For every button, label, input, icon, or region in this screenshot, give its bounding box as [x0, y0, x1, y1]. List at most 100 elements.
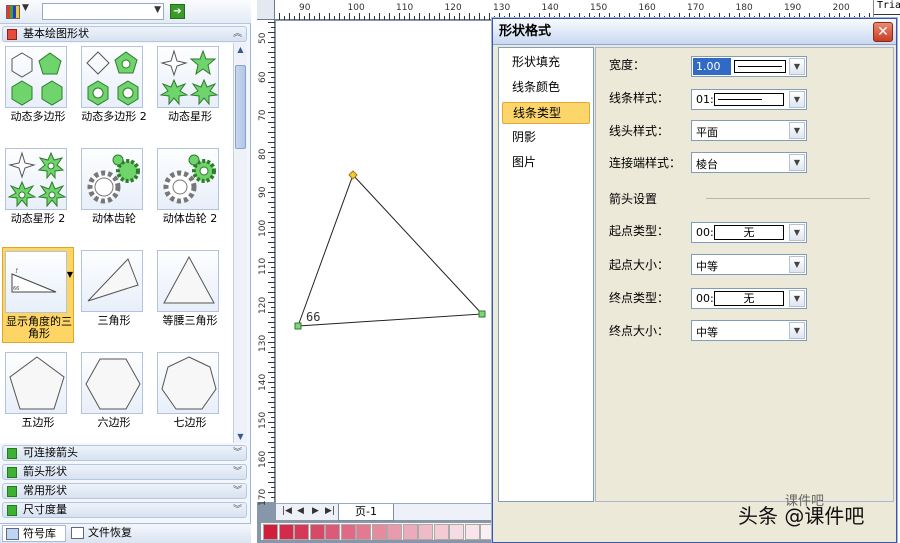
color-swatch[interactable] — [464, 524, 480, 540]
color-swatch[interactable] — [356, 524, 371, 540]
start-type-value: 无 — [714, 225, 784, 240]
shape-isosceles-triangle[interactable]: 等腰三角形 — [152, 247, 228, 345]
shapes-scrollbar[interactable]: ▲ ▼ — [233, 43, 247, 443]
stencil-dropdown-icon[interactable]: ▼ — [22, 3, 29, 13]
line-style-select[interactable]: 01: ▼ — [691, 89, 807, 110]
ruler-label: 100 — [258, 219, 268, 237]
ruler-tick — [364, 16, 365, 20]
shape-gear-2[interactable]: 动体齿轮 2 — [152, 145, 228, 243]
section-arrow-shapes[interactable]: 箭头形状 ︾ — [2, 464, 247, 480]
shape-pentagon[interactable]: 五边形 — [0, 349, 76, 443]
color-swatch[interactable] — [278, 524, 294, 540]
dialog-title-bar[interactable]: 形状格式 ✕ — [493, 19, 896, 45]
color-swatch[interactable] — [340, 524, 356, 540]
shape-triangle[interactable]: 三角形 — [76, 247, 152, 345]
watermark: 头条 @课件吧 — [738, 504, 865, 528]
color-swatch[interactable] — [387, 524, 402, 540]
chevron-down-icon[interactable]: ▼ — [789, 154, 805, 171]
color-swatch[interactable] — [325, 524, 340, 540]
shape-dynamic-polygon-2[interactable]: 动态多边形 2 — [76, 43, 152, 141]
chevron-down-icon[interactable]: ▼ — [67, 270, 73, 279]
ruler-tick — [268, 332, 275, 333]
start-type-select[interactable]: 00: 无 ▼ — [691, 222, 807, 243]
color-swatch[interactable] — [418, 524, 433, 540]
prev-page-icon[interactable]: ◀ — [297, 506, 304, 516]
category-line-type[interactable]: 线条类型 — [502, 102, 590, 124]
scrollbar-thumb[interactable] — [235, 65, 246, 149]
color-swatch[interactable] — [371, 524, 387, 540]
ruler-tick — [271, 347, 275, 348]
category-picture[interactable]: 图片 — [502, 152, 590, 174]
shape-hexagon[interactable]: 六边形 — [76, 349, 152, 443]
chevron-down-icon[interactable]: ︾ — [233, 465, 242, 479]
end-size-select[interactable]: 中等 ▼ — [691, 320, 807, 341]
section-basic-shapes[interactable]: 基本绘图形状 ︽ — [2, 26, 247, 42]
chevron-down-icon[interactable]: ▼ — [789, 91, 805, 108]
first-page-icon[interactable]: |◀ — [282, 506, 292, 516]
selection-handle[interactable] — [294, 322, 302, 330]
cap-style-select[interactable]: 平面 ▼ — [691, 120, 807, 141]
scroll-up-icon[interactable]: ▲ — [234, 43, 247, 56]
triangle-drawing[interactable] — [276, 21, 494, 503]
close-button[interactable]: ✕ — [873, 22, 893, 42]
section-dimensioning[interactable]: 尺寸度量 ︾ — [2, 502, 247, 518]
color-swatch[interactable] — [294, 524, 309, 540]
chevron-down-icon[interactable]: ︾ — [233, 503, 242, 517]
svg-text:66: 66 — [13, 286, 19, 292]
shape-dynamic-polygon[interactable]: 动态多边形 — [0, 43, 76, 141]
color-swatch[interactable] — [402, 524, 418, 540]
triangle-thumbnail — [81, 250, 143, 312]
chevron-down-icon[interactable]: ︾ — [233, 446, 242, 460]
selection-handle[interactable] — [478, 310, 486, 318]
color-swatch[interactable] — [449, 524, 464, 540]
drawing-page[interactable]: 66 — [276, 21, 494, 503]
category-shadow[interactable]: 阴影 — [502, 127, 590, 149]
width-select[interactable]: 1.00 ▼ — [691, 56, 807, 77]
angle-triangle-shape[interactable] — [297, 174, 484, 327]
next-page-icon[interactable]: ▶ — [312, 506, 319, 516]
chevron-up-icon[interactable]: ︽ — [233, 27, 242, 41]
chevron-down-icon[interactable]: ▼ — [789, 256, 805, 273]
stencil-icon[interactable] — [6, 5, 20, 19]
chevron-down-icon[interactable]: ▼ — [789, 122, 805, 139]
last-page-icon[interactable]: ▶| — [325, 506, 335, 516]
ruler-tick — [268, 442, 275, 443]
tab-file-recovery[interactable]: 文件恢复 — [68, 525, 148, 542]
category-shape-fill[interactable]: 形状填充 — [502, 52, 590, 74]
ruler-tick — [268, 232, 275, 233]
section-connectable-arrows[interactable]: 可连接箭头 ︾ — [2, 445, 247, 461]
shape-dynamic-star[interactable]: 动态星形 — [152, 43, 228, 141]
shape-angle-triangle[interactable]: ƒ 66 ▼ 显示角度的三角形 — [2, 247, 74, 343]
chevron-down-icon[interactable]: ▼ — [789, 58, 805, 75]
chevron-down-icon[interactable]: ︾ — [233, 484, 242, 498]
start-size-select[interactable]: 中等 ▼ — [691, 254, 807, 275]
chevron-down-icon[interactable]: ▼ — [789, 290, 805, 307]
stencil-red-icon — [7, 29, 17, 40]
end-type-select[interactable]: 00: 无 ▼ — [691, 288, 807, 309]
ruler-tick — [268, 92, 275, 93]
shape-label: 七边形 — [173, 416, 207, 429]
shape-heptagon[interactable]: 七边形 — [152, 349, 228, 443]
category-line-color[interactable]: 线条颜色 — [502, 77, 590, 99]
go-button[interactable]: ➔ — [170, 4, 185, 19]
chevron-down-icon[interactable]: ▼ — [789, 224, 805, 241]
ruler-tick — [268, 402, 275, 403]
ruler-tick — [271, 147, 275, 148]
ruler-tick — [271, 357, 275, 358]
chevron-down-icon[interactable]: ▼ — [154, 5, 161, 15]
scroll-down-icon[interactable]: ▼ — [234, 430, 247, 443]
chevron-down-icon[interactable]: ▼ — [789, 322, 805, 339]
join-style-select[interactable]: 棱台 ▼ — [691, 152, 807, 173]
section-common-shapes[interactable]: 常用形状 ︾ — [2, 483, 247, 499]
shape-gear[interactable]: 动体齿轮 — [76, 145, 152, 243]
tab-symbol-library[interactable]: 符号库 — [2, 525, 66, 542]
color-swatch[interactable] — [309, 524, 325, 540]
color-swatch[interactable] — [263, 524, 278, 540]
shape-dynamic-star-2[interactable]: 动态星形 2 — [0, 145, 76, 243]
library-search-combo[interactable]: ▼ — [42, 3, 164, 20]
color-swatch[interactable] — [433, 524, 449, 540]
line-preview — [714, 93, 784, 106]
tab-page-1[interactable]: 页-1 — [338, 504, 394, 521]
ruler-label: 110 — [396, 3, 414, 13]
ruler-tick — [271, 327, 275, 328]
